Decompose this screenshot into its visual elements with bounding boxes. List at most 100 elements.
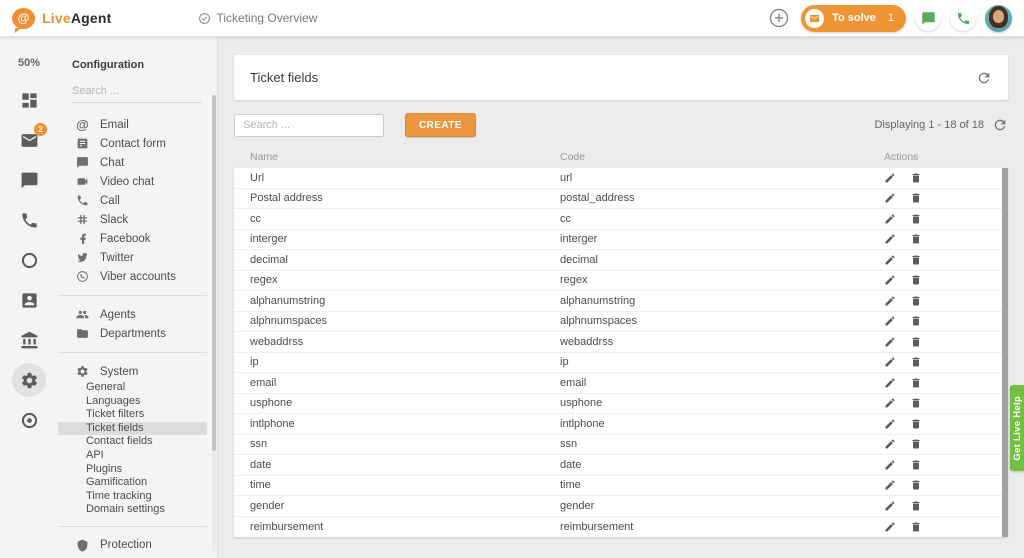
delete-button[interactable]	[910, 335, 923, 348]
table-row[interactable]: datedate	[234, 455, 1002, 476]
rail-item-dashboard[interactable]	[12, 83, 46, 117]
delete-button[interactable]	[910, 417, 923, 430]
config-search-input[interactable]	[72, 82, 202, 103]
config-item-agents[interactable]: Agents	[72, 305, 207, 324]
config-subitem-languages[interactable]: Languages	[58, 395, 207, 409]
delete-button[interactable]	[910, 479, 923, 492]
rail-item-calls[interactable]	[12, 203, 46, 237]
create-button[interactable]: CREATE	[405, 113, 476, 137]
edit-button[interactable]	[884, 315, 897, 328]
edit-button[interactable]	[884, 192, 897, 205]
rail-item-chats[interactable]	[12, 163, 46, 197]
rail-item-configuration[interactable]	[12, 363, 46, 397]
table-row[interactable]: timetime	[234, 476, 1002, 497]
delete-button[interactable]	[910, 253, 923, 266]
table-row[interactable]: alphnumspacesalphnumspaces	[234, 312, 1002, 333]
config-subitem-gamification[interactable]: Gamification	[58, 476, 207, 490]
config-subitem-ticket-fields[interactable]: Ticket fields	[58, 422, 207, 436]
table-row[interactable]: usphoneusphone	[234, 394, 1002, 415]
edit-button[interactable]	[884, 397, 897, 410]
rail-item-tickets[interactable]: 2	[12, 123, 46, 157]
rail-item-extras[interactable]	[12, 403, 46, 437]
edit-button[interactable]	[884, 376, 897, 389]
app-logo[interactable]: @ LiveAgent	[0, 8, 112, 29]
table-row[interactable]: cccc	[234, 209, 1002, 230]
table-row[interactable]: decimaldecimal	[234, 250, 1002, 271]
config-item-contact-form[interactable]: Contact form	[72, 134, 207, 153]
delete-button[interactable]	[910, 397, 923, 410]
table-row[interactable]: Postal addresspostal_address	[234, 189, 1002, 210]
edit-button[interactable]	[884, 171, 897, 184]
scrollbar-thumb[interactable]	[212, 95, 216, 451]
table-row[interactable]: reimbursementreimbursement	[234, 517, 1002, 538]
delete-button[interactable]	[910, 520, 923, 533]
delete-button[interactable]	[910, 315, 923, 328]
to-solve-button[interactable]: To solve 1	[801, 5, 906, 32]
add-button[interactable]	[766, 5, 792, 31]
config-subitem-contact-fields[interactable]: Contact fields	[58, 435, 207, 449]
config-subitem-api[interactable]: API	[58, 449, 207, 463]
edit-button[interactable]	[884, 438, 897, 451]
config-subitem-time-tracking[interactable]: Time tracking	[58, 490, 207, 504]
config-item-viber-accounts[interactable]: Viber accounts	[72, 267, 207, 286]
delete-button[interactable]	[910, 438, 923, 451]
config-item-facebook[interactable]: Facebook	[72, 229, 207, 248]
config-subitem-domain-settings[interactable]: Domain settings	[58, 503, 207, 517]
table-scrollbar[interactable]	[1002, 168, 1008, 537]
edit-button[interactable]	[884, 417, 897, 430]
edit-button[interactable]	[884, 274, 897, 287]
scrollbar-thumb[interactable]	[1002, 168, 1008, 537]
table-row[interactable]: alphanumstringalphanumstring	[234, 291, 1002, 312]
refresh-button[interactable]	[976, 70, 992, 86]
config-item-call[interactable]: Call	[72, 191, 207, 210]
delete-button[interactable]	[910, 356, 923, 369]
edit-button[interactable]	[884, 212, 897, 225]
delete-button[interactable]	[910, 192, 923, 205]
breadcrumb-ticketing-overview[interactable]: Ticketing Overview	[198, 11, 318, 25]
delete-button[interactable]	[910, 171, 923, 184]
config-scrollbar[interactable]	[212, 95, 216, 552]
config-item-video-chat[interactable]: Video chat	[72, 172, 207, 191]
edit-button[interactable]	[884, 233, 897, 246]
delete-button[interactable]	[910, 376, 923, 389]
edit-button[interactable]	[884, 520, 897, 533]
table-row[interactable]: ipip	[234, 353, 1002, 374]
rail-item-company[interactable]	[12, 323, 46, 357]
config-item-slack[interactable]: Slack	[72, 210, 207, 229]
chat-button[interactable]	[915, 5, 941, 31]
edit-button[interactable]	[884, 294, 897, 307]
rail-item-time[interactable]	[12, 243, 46, 277]
edit-button[interactable]	[884, 499, 897, 512]
config-item-chat[interactable]: Chat	[72, 153, 207, 172]
refresh-list-button[interactable]	[992, 117, 1008, 133]
table-row[interactable]: intlphoneintlphone	[234, 414, 1002, 435]
delete-button[interactable]	[910, 212, 923, 225]
table-row[interactable]: gendergender	[234, 496, 1002, 517]
table-row[interactable]: Urlurl	[234, 168, 1002, 189]
table-row[interactable]: emailemail	[234, 373, 1002, 394]
config-item-twitter[interactable]: Twitter	[72, 248, 207, 267]
config-subitem-general[interactable]: General	[58, 381, 207, 395]
delete-button[interactable]	[910, 294, 923, 307]
delete-button[interactable]	[910, 274, 923, 287]
call-button[interactable]	[950, 5, 976, 31]
edit-button[interactable]	[884, 335, 897, 348]
avatar[interactable]	[985, 5, 1012, 32]
config-subitem-ticket-filters[interactable]: Ticket filters	[58, 408, 207, 422]
edit-button[interactable]	[884, 479, 897, 492]
edit-button[interactable]	[884, 458, 897, 471]
config-item-system[interactable]: System	[72, 362, 207, 381]
search-input[interactable]	[234, 114, 384, 137]
delete-button[interactable]	[910, 458, 923, 471]
table-row[interactable]: regexregex	[234, 271, 1002, 292]
edit-button[interactable]	[884, 253, 897, 266]
table-row[interactable]: intergerinterger	[234, 230, 1002, 251]
config-item-departments[interactable]: Departments	[72, 324, 207, 343]
config-item-protection[interactable]: Protection	[72, 536, 207, 555]
edit-button[interactable]	[884, 356, 897, 369]
get-live-help-button[interactable]: Get Live Help	[1010, 385, 1024, 471]
delete-button[interactable]	[910, 233, 923, 246]
config-subitem-plugins[interactable]: Plugins	[58, 463, 207, 477]
config-item-email[interactable]: @Email	[72, 115, 207, 134]
rail-item-contacts[interactable]	[12, 283, 46, 317]
